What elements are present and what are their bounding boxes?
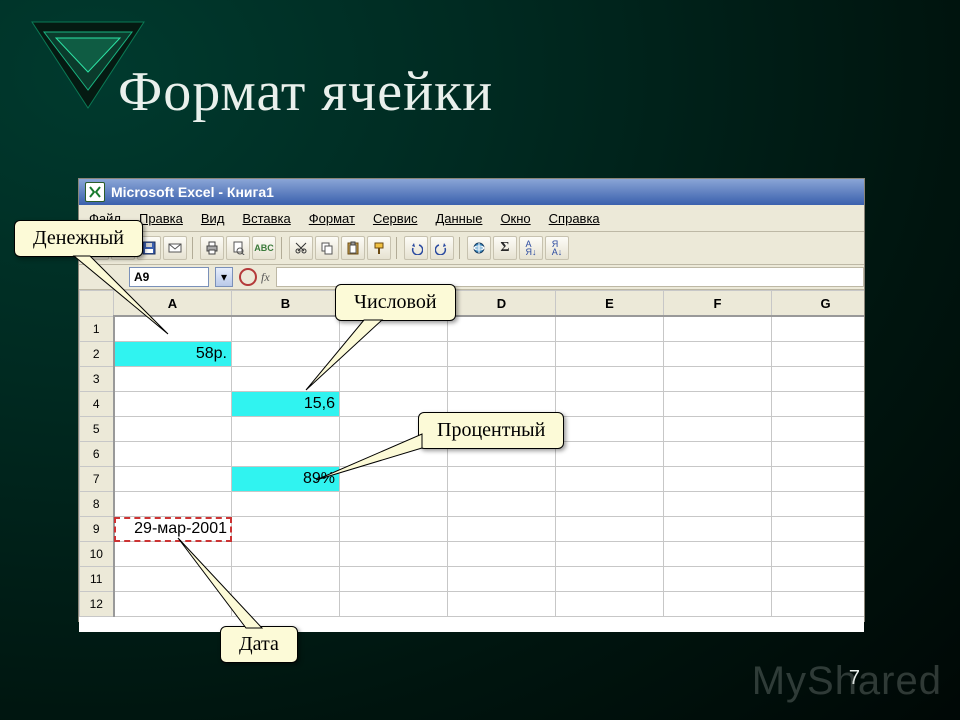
row-4[interactable]: 4 bbox=[80, 392, 114, 417]
row-5[interactable]: 5 bbox=[80, 417, 114, 442]
col-D[interactable]: D bbox=[448, 291, 556, 317]
callout-number: Числовой bbox=[335, 284, 456, 321]
tb-paste-icon[interactable] bbox=[341, 236, 365, 260]
col-E[interactable]: E bbox=[556, 291, 664, 317]
toolbar-separator bbox=[396, 237, 399, 259]
tb-autosum-icon[interactable]: Σ bbox=[493, 236, 517, 260]
tb-spell-icon[interactable]: ABC bbox=[252, 236, 276, 260]
tb-redo-icon[interactable] bbox=[430, 236, 454, 260]
tb-preview-icon[interactable] bbox=[226, 236, 250, 260]
row-9[interactable]: 9 bbox=[80, 517, 114, 542]
menu-edit[interactable]: Правка bbox=[139, 211, 183, 226]
cell-B7[interactable]: 89% bbox=[232, 467, 340, 492]
watermark: MyShared bbox=[752, 659, 942, 704]
row-6[interactable]: 6 bbox=[80, 442, 114, 467]
name-box[interactable]: A9 bbox=[129, 267, 209, 287]
toolbar-separator bbox=[459, 237, 462, 259]
callout-money: Денежный bbox=[14, 220, 143, 257]
slide-title: Формат ячейки bbox=[118, 60, 920, 124]
formula-bar: A9 ▾ fx bbox=[79, 265, 864, 290]
row-7[interactable]: 7 bbox=[80, 467, 114, 492]
callout-percent: Процентный bbox=[418, 412, 564, 449]
tb-print-icon[interactable] bbox=[200, 236, 224, 260]
cell-B4[interactable]: 15,6 bbox=[232, 392, 340, 417]
menu-window[interactable]: Окно bbox=[500, 211, 530, 226]
cell-A9-selected[interactable]: 29-мар-2001 bbox=[114, 517, 232, 542]
excel-titlebar: Microsoft Excel - Книга1 bbox=[79, 179, 864, 205]
menu-format[interactable]: Формат bbox=[309, 211, 355, 226]
tb-sort-desc-icon[interactable]: ЯА↓ bbox=[545, 236, 569, 260]
tb-mail-icon[interactable] bbox=[163, 236, 187, 260]
col-B[interactable]: B bbox=[232, 291, 340, 317]
row-8[interactable]: 8 bbox=[80, 492, 114, 517]
toolbar-separator bbox=[281, 237, 284, 259]
menu-insert[interactable]: Вставка bbox=[242, 211, 290, 226]
tb-sort-asc-icon[interactable]: АЯ↓ bbox=[519, 236, 543, 260]
menu-view[interactable]: Вид bbox=[201, 211, 225, 226]
excel-menubar[interactable]: Файл Правка Вид Вставка Формат Сервис Да… bbox=[79, 205, 864, 232]
menu-tools[interactable]: Сервис bbox=[373, 211, 418, 226]
menu-help[interactable]: Справка bbox=[549, 211, 600, 226]
name-box-dropdown[interactable]: ▾ bbox=[215, 267, 233, 287]
tb-undo-icon[interactable] bbox=[404, 236, 428, 260]
col-F[interactable]: F bbox=[664, 291, 772, 317]
cell-A2[interactable]: 58р. bbox=[114, 342, 232, 367]
row-10[interactable]: 10 bbox=[80, 542, 114, 567]
callout-date: Дата bbox=[220, 626, 298, 663]
tb-cut-icon[interactable] bbox=[289, 236, 313, 260]
excel-window: Microsoft Excel - Книга1 Файл Правка Вид… bbox=[78, 178, 865, 622]
fx-circle-icon bbox=[239, 268, 257, 286]
row-3[interactable]: 3 bbox=[80, 367, 114, 392]
excel-title-text: Microsoft Excel - Книга1 bbox=[111, 184, 274, 200]
select-all-corner[interactable] bbox=[80, 291, 114, 317]
row-11[interactable]: 11 bbox=[80, 567, 114, 592]
col-A[interactable]: A bbox=[114, 291, 232, 317]
tb-copy-icon[interactable] bbox=[315, 236, 339, 260]
menu-data[interactable]: Данные bbox=[435, 211, 482, 226]
tb-format-painter-icon[interactable] bbox=[367, 236, 391, 260]
row-12[interactable]: 12 bbox=[80, 592, 114, 617]
tb-hyperlink-icon[interactable] bbox=[467, 236, 491, 260]
fx-label[interactable]: fx bbox=[261, 270, 270, 285]
col-G[interactable]: G bbox=[772, 291, 865, 317]
row-1[interactable]: 1 bbox=[80, 316, 114, 342]
row-2[interactable]: 2 bbox=[80, 342, 114, 367]
toolbar-separator bbox=[192, 237, 195, 259]
excel-toolbar: ABC Σ АЯ↓ ЯА↓ bbox=[79, 232, 864, 265]
spreadsheet-grid[interactable]: A B C D E F G 1 2 58р. 3 4 15,6 5 bbox=[79, 290, 864, 632]
column-header-row: A B C D E F G bbox=[80, 291, 865, 317]
excel-app-icon bbox=[85, 182, 105, 202]
